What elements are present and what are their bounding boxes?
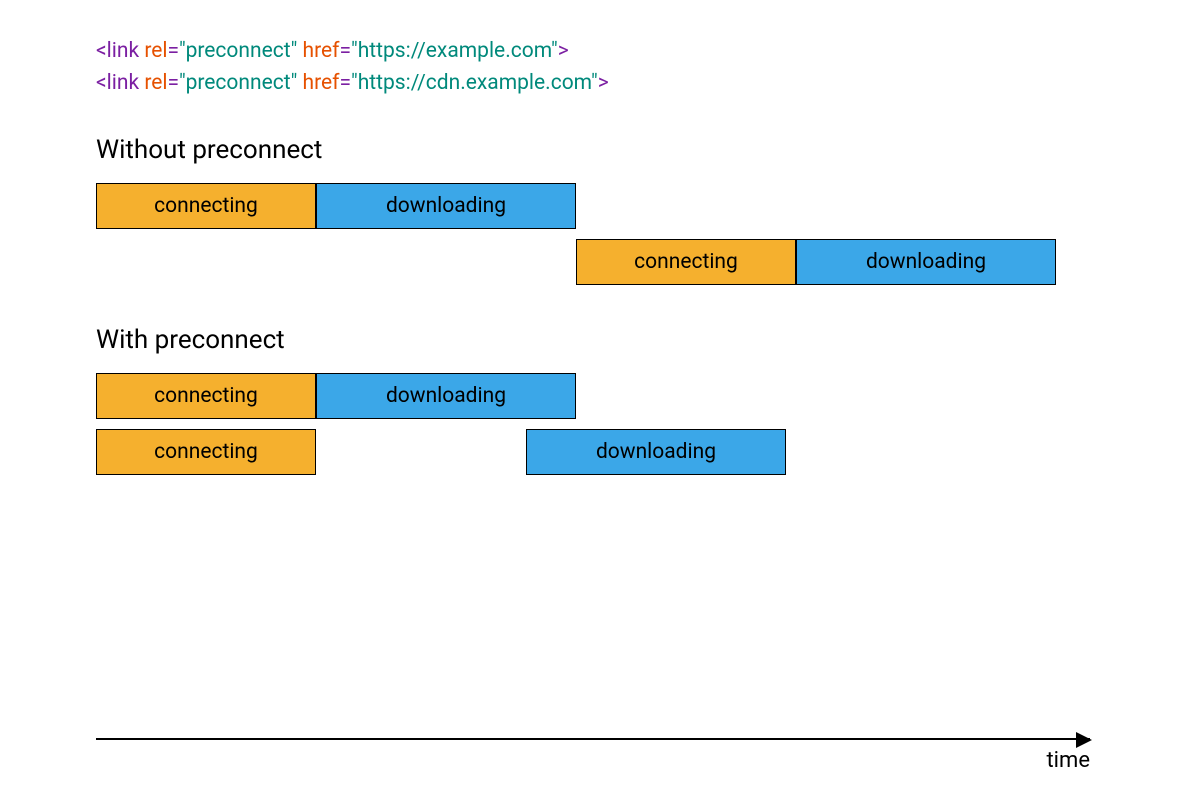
- val-rel: "preconnect": [179, 39, 297, 63]
- timeline-row: connectingdownloading: [96, 373, 1056, 419]
- heading-without-preconnect: Without preconnect: [96, 135, 1090, 165]
- tag-close: >: [558, 39, 569, 63]
- timeline-without: connectingdownloadingconnectingdownloadi…: [96, 183, 1056, 285]
- punct-eq: =: [339, 71, 351, 95]
- code-line-2: <link rel="preconnect" href="https://cdn…: [96, 68, 1090, 100]
- tag-open: <link: [96, 39, 139, 63]
- attr-href: href: [297, 71, 339, 95]
- val-rel: "preconnect": [179, 71, 297, 95]
- code-line-1: <link rel="preconnect" href="https://exa…: [96, 36, 1090, 68]
- timeline-row: connectingdownloading: [96, 183, 1056, 229]
- code-snippet: <link rel="preconnect" href="https://exa…: [96, 36, 1090, 99]
- punct-eq: =: [339, 39, 351, 63]
- tag-close: >: [598, 71, 609, 95]
- timeline-row: connecting downloading: [96, 429, 1056, 475]
- tag-open: <link: [96, 71, 139, 95]
- arrow-right-icon: [1076, 732, 1092, 748]
- connecting-bar: connecting: [96, 373, 316, 419]
- attr-href: href: [297, 39, 339, 63]
- val-href: "https://example.com": [351, 39, 558, 63]
- axis-label: time: [1046, 748, 1090, 773]
- connecting-bar: connecting: [96, 429, 316, 475]
- axis-line: [96, 738, 1090, 740]
- punct-eq: =: [168, 71, 180, 95]
- punct-eq: =: [168, 39, 180, 63]
- time-axis: time: [96, 738, 1090, 740]
- timeline-row: connectingdownloading: [96, 239, 1056, 285]
- downloading-bar: downloading: [796, 239, 1056, 285]
- downloading-bar: downloading: [526, 429, 786, 475]
- connecting-bar: connecting: [576, 239, 796, 285]
- downloading-bar: downloading: [316, 373, 576, 419]
- val-href: "https://cdn.example.com": [351, 71, 598, 95]
- attr-rel: rel: [139, 71, 167, 95]
- heading-with-preconnect: With preconnect: [96, 325, 1090, 355]
- timeline-with: connectingdownloadingconnectingdownloadi…: [96, 373, 1056, 475]
- attr-rel: rel: [139, 39, 167, 63]
- downloading-bar: downloading: [316, 183, 576, 229]
- connecting-bar: connecting: [96, 183, 316, 229]
